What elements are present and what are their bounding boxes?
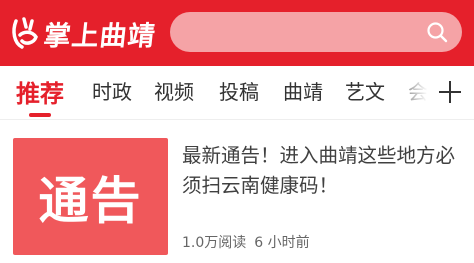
app-header: 掌上曲靖 [0, 0, 474, 66]
search-bar[interactable] [170, 12, 462, 52]
active-tab-indicator [29, 113, 51, 117]
tab-video[interactable]: 视频 [154, 76, 194, 105]
publish-time: 6 小时前 [254, 235, 310, 251]
logo-mark-icon [12, 17, 38, 49]
search-icon[interactable] [426, 21, 448, 43]
app-logo[interactable]: 掌上曲靖 [10, 10, 158, 56]
thumbnail-text: 通告 [38, 171, 143, 230]
view-count: 1.0万阅读 [182, 235, 247, 251]
category-tabs: 推荐 时政 视频 投稿 曲靖 艺文 会 [0, 66, 474, 120]
tab-recommend[interactable]: 推荐 [16, 74, 64, 109]
tab-politics[interactable]: 时政 [92, 76, 132, 105]
logo-text: 掌上曲靖 [42, 20, 158, 52]
article-title[interactable]: 最新通告！进入曲靖这些地方必须扫云南健康码！ [182, 141, 467, 201]
article-meta: 1.0万阅读 6 小时前 [182, 232, 310, 252]
plus-icon[interactable] [438, 80, 462, 104]
article-thumbnail[interactable]: 通告 [13, 138, 168, 255]
tab-scroll-fade [386, 66, 438, 119]
tab-arts[interactable]: 艺文 [345, 76, 385, 105]
tab-submit[interactable]: 投稿 [219, 76, 259, 105]
tab-qujing[interactable]: 曲靖 [283, 76, 323, 105]
